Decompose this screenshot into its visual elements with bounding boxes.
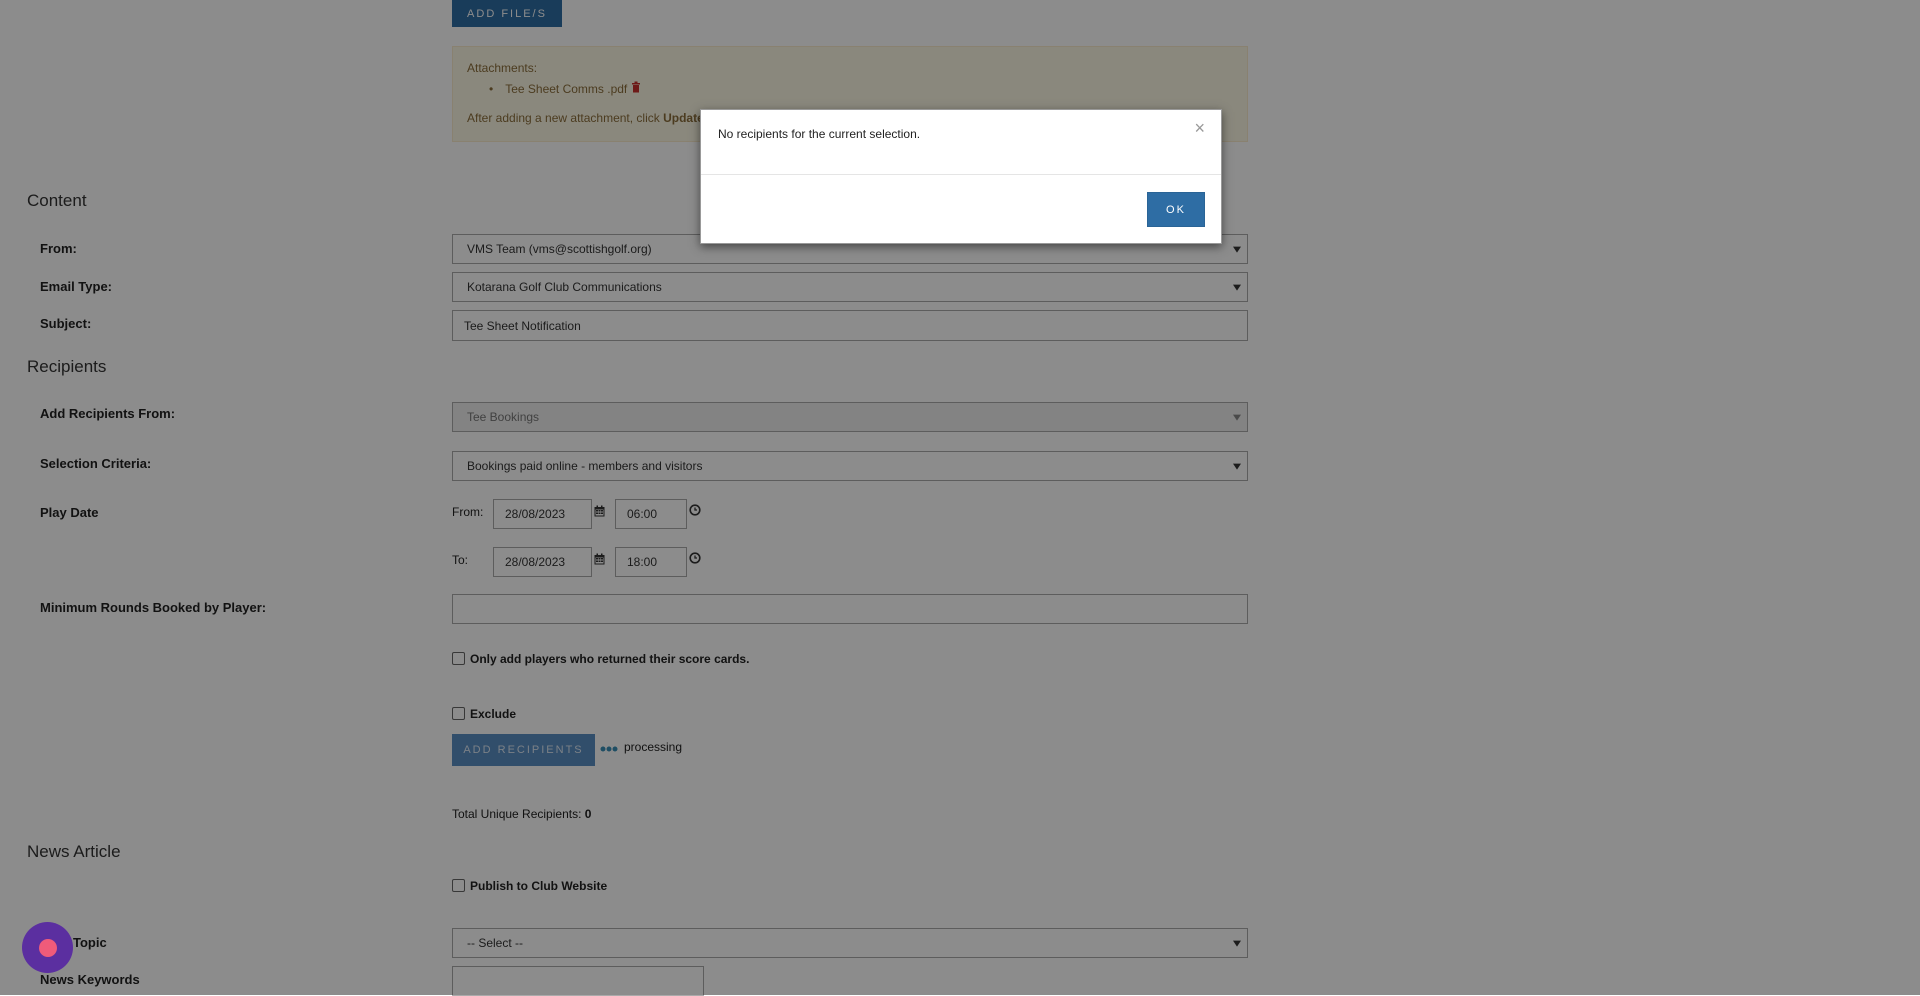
ok-button[interactable]: OK	[1147, 192, 1205, 227]
close-icon[interactable]: ×	[1194, 118, 1205, 139]
dialog-divider	[701, 174, 1221, 175]
dialog-message: No recipients for the current selection.	[718, 127, 921, 141]
alert-dialog: No recipients for the current selection.…	[700, 109, 1222, 244]
chat-widget-button[interactable]	[22, 922, 73, 973]
chat-icon	[38, 938, 57, 957]
